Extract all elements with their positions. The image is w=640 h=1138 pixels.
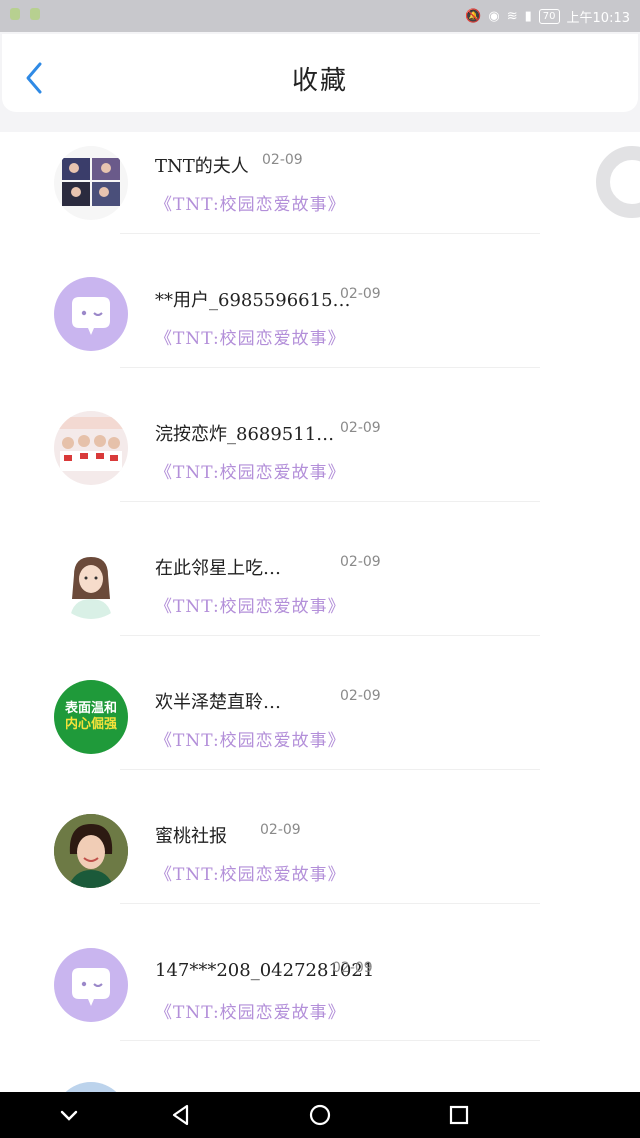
date: 02-09 [260, 822, 301, 838]
chat-bubble-icon [72, 297, 110, 335]
page-title: 收藏 [291, 66, 348, 96]
triangle-back-icon [172, 1104, 189, 1126]
status-bar: 🔕 ◉ ≋ ▮ 70 上午10:13 [0, 0, 640, 32]
list-item[interactable]: 蜜桃社报 02-09 《TNT:校园恋爱故事》 [0, 802, 640, 936]
notification-icon-2 [30, 8, 40, 20]
date: 02-09 [262, 152, 303, 168]
home-button[interactable] [305, 1100, 335, 1130]
work-title-link[interactable]: 《TNT:校园恋爱故事》 [155, 860, 346, 885]
favorites-list[interactable]: TNT的夫人 02-09 《TNT:校园恋爱故事》 **用户_698559661… [0, 132, 640, 1092]
avatar[interactable] [54, 545, 128, 619]
date: 02-09 [340, 688, 381, 704]
date: 02-09 [340, 420, 381, 436]
divider [120, 233, 540, 234]
user-name: 蜜桃社报 [155, 826, 227, 847]
avatar[interactable] [54, 814, 128, 888]
navigation-bar [0, 1092, 640, 1138]
list-item[interactable]: **用户_6985596615… 02-09 《TNT:校园恋爱故事》 [0, 266, 640, 400]
work-title-link[interactable]: 《TNT:校园恋爱故事》 [155, 458, 346, 483]
avatar[interactable] [54, 411, 128, 485]
chevron-down-icon [60, 1110, 78, 1121]
work-title-link[interactable]: 《TNT:校园恋爱故事》 [155, 726, 346, 751]
divider [120, 769, 540, 770]
divider [120, 1040, 540, 1041]
work-title-link[interactable]: 《TNT:校园恋爱故事》 [155, 190, 346, 215]
square-recents-icon [449, 1105, 469, 1125]
work-title-link[interactable]: 《TNT:校园恋爱故事》 [155, 998, 346, 1023]
default-avatar[interactable] [54, 277, 128, 351]
app-header: 收藏 [2, 34, 638, 112]
list-item[interactable]: TNT的夫人 02-09 《TNT:校园恋爱故事》 [0, 132, 640, 266]
avatar[interactable]: 表面温和 内心倔强 [54, 680, 128, 754]
recents-button[interactable] [444, 1100, 474, 1130]
avatar-text: 表面温和 [64, 701, 117, 716]
user-name: **用户_6985596615… [155, 290, 351, 311]
avatar-text: 内心倔强 [64, 717, 117, 732]
battery-indicator: 70 [538, 9, 560, 24]
user-name: TNT的夫人 [155, 156, 249, 177]
avatar-partial[interactable] [54, 1082, 128, 1092]
notification-icon [10, 8, 20, 20]
wifi-icon: ≋ [506, 9, 518, 24]
work-title-link[interactable]: 《TNT:校园恋爱故事》 [155, 324, 346, 349]
hide-keyboard-button[interactable] [54, 1100, 84, 1130]
back-nav-button[interactable] [166, 1100, 196, 1130]
divider [120, 903, 540, 904]
mute-icon: 🔕 [465, 9, 482, 24]
work-title-link[interactable]: 《TNT:校园恋爱故事》 [155, 592, 346, 617]
divider [120, 635, 540, 636]
signal-icon: ▮ [524, 9, 532, 24]
default-avatar[interactable] [54, 948, 128, 1022]
list-item[interactable]: 浣按恋炸_8689511… 02-09 《TNT:校园恋爱故事》 [0, 400, 640, 534]
eye-icon: ◉ [488, 9, 500, 24]
date: 02-09 [340, 554, 381, 570]
user-name: 在此邻星上吃… [155, 558, 281, 579]
divider [120, 501, 540, 502]
user-name: 浣按恋炸_8689511… [155, 424, 335, 445]
avatar[interactable] [54, 146, 128, 220]
list-item[interactable]: 在此邻星上吃… 02-09 《TNT:校园恋爱故事》 [0, 534, 640, 668]
date: 02-09 [340, 286, 381, 302]
user-name: 欢半泽楚直聆… [155, 692, 281, 713]
divider [120, 367, 540, 368]
list-item[interactable]: 147***208_0427281021 02-09 《TNT:校园恋爱故事》 [0, 936, 640, 1070]
circle-home-icon [309, 1104, 331, 1126]
date: 02-09 [332, 960, 373, 976]
clock: 上午10:13 [566, 11, 630, 26]
list-item[interactable]: 表面温和 内心倔强 欢半泽楚直聆… 02-09 《TNT:校园恋爱故事》 [0, 668, 640, 802]
chat-bubble-icon [72, 968, 110, 1006]
